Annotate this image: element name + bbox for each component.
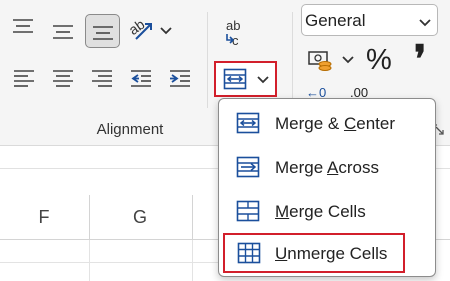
merge-center-icon: [236, 112, 260, 139]
column-divider: [192, 195, 193, 240]
merge-across-icon: [236, 156, 260, 183]
column-divider: [89, 195, 90, 240]
align-left-icon[interactable]: [10, 64, 38, 92]
menu-item-label: Merge Across: [275, 158, 379, 177]
comma-style-button[interactable]: ❜: [414, 37, 426, 82]
merge-center-icon: [222, 67, 248, 91]
group-separator: [207, 12, 208, 108]
wrap-text-icon[interactable]: ab c: [219, 16, 253, 50]
menu-item-merge-cells[interactable]: Merge Cells: [219, 191, 435, 231]
align-middle-icon[interactable]: [49, 18, 77, 46]
percent-style-button[interactable]: %: [366, 44, 392, 77]
chevron-down-icon[interactable]: [159, 24, 173, 38]
cell-gridline: [89, 240, 90, 281]
menu-item-unmerge-cells[interactable]: Unmerge Cells: [223, 233, 405, 273]
merge-dropdown-menu: Merge & Center Merge Across Merge Cells …: [218, 98, 436, 277]
number-format-value: General: [305, 11, 366, 30]
number-format-select[interactable]: General: [301, 4, 438, 36]
align-bottom-icon[interactable]: [85, 14, 120, 48]
menu-item-merge-across[interactable]: Merge Across: [219, 147, 435, 187]
chevron-down-icon: [419, 12, 431, 32]
increase-indent-icon[interactable]: [166, 64, 194, 92]
svg-text:ab: ab: [127, 16, 148, 38]
group-separator: [292, 12, 293, 108]
merge-cells-icon: [236, 200, 260, 227]
alignment-group-label: Alignment: [96, 121, 164, 138]
unmerge-cells-icon: [237, 242, 261, 269]
menu-item-label: Merge Cells: [275, 202, 366, 221]
menu-item-label: Merge & Center: [275, 114, 396, 133]
merge-center-button[interactable]: [214, 61, 277, 97]
accounting-format-icon[interactable]: [306, 48, 336, 74]
column-header-g[interactable]: G: [120, 207, 160, 228]
align-right-icon[interactable]: [88, 64, 116, 92]
align-top-icon[interactable]: [10, 14, 36, 40]
decrease-indent-icon[interactable]: [127, 64, 155, 92]
cell-gridline: [192, 240, 193, 281]
chevron-down-icon[interactable]: [341, 54, 355, 66]
svg-text:ab: ab: [226, 18, 240, 33]
menu-item-label: Unmerge Cells: [275, 244, 388, 263]
orientation-icon[interactable]: ab: [126, 14, 158, 46]
column-header-f[interactable]: F: [24, 207, 64, 228]
chevron-down-icon[interactable]: [256, 74, 270, 86]
align-center-icon[interactable]: [49, 64, 77, 92]
cell-gridline: [0, 262, 218, 263]
menu-item-merge-center[interactable]: Merge & Center: [219, 103, 435, 143]
